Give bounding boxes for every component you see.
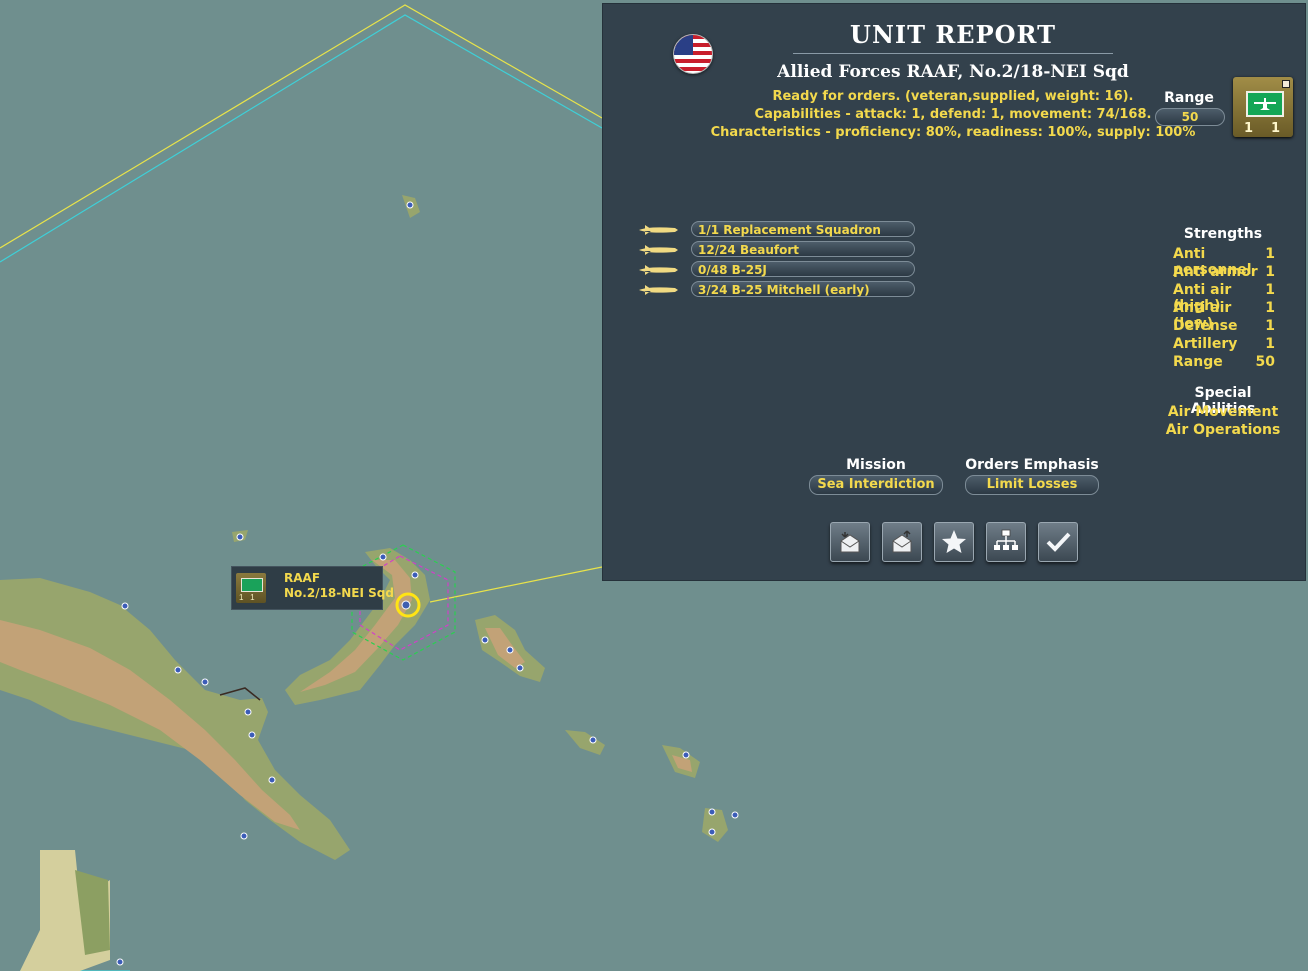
aircraft-label[interactable]: 12/24 Beaufort [691,241,915,257]
tooltip-line-2: No.2/18-NEI Sqd [284,586,394,600]
unit-name: Allied Forces RAAF, No.2/18-NEI Sqd [777,62,1129,82]
us-flag-icon [673,34,713,74]
plane-icon [639,225,678,235]
title-divider [793,53,1113,54]
inbox-button[interactable] [830,522,870,562]
checkmark-icon [1046,532,1071,552]
aircraft-label[interactable]: 0/48 B-25J [691,261,915,277]
plane-icon [639,265,678,275]
unit-counter[interactable]: 1 1 [1233,77,1293,137]
orders-emphasis-label: Orders Emphasis [965,457,1099,473]
capabilities-line: Capabilities - attack: 1, defend: 1, mov… [754,107,1152,122]
status-line: Ready for orders. (veteran,supplied, wei… [772,89,1134,104]
aircraft-row[interactable]: 1/1 Replacement Squadron [633,220,923,240]
strengths-heading: Strengths [1183,226,1263,242]
star-button[interactable] [934,522,974,562]
aircraft-row[interactable]: 0/48 B-25J [633,260,923,280]
unit-counter-icon: 1 1 [236,573,266,603]
aircraft-row[interactable]: 12/24 Beaufort [633,240,923,260]
air-unit-icon [1246,91,1284,117]
range-label: Range [1164,90,1214,106]
strength-defense: Defense 1 [1173,318,1275,334]
range-value: 50 [1155,108,1225,126]
strength-artillery: Artillery 1 [1173,336,1275,352]
unit-tooltip: 1 1 RAAF No.2/18-NEI Sqd [231,566,394,610]
tooltip-line-1: RAAF [284,571,321,585]
strength-range: Range 50 [1173,354,1275,370]
special-ability: Air Operations [1165,422,1281,438]
special-ability: Air Movement [1167,404,1279,420]
confirm-button[interactable] [1038,522,1078,562]
strength-anti-air-high: Anti air (high) 1 [1173,282,1275,314]
inbox-icon [840,532,860,553]
plane-icon [639,245,678,255]
send-mail-icon [892,530,912,553]
strength-anti-personnel: Anti personnel 1 [1173,246,1275,278]
star-icon [942,530,966,553]
orders-emphasis-dropdown[interactable]: Limit Losses [965,475,1099,495]
org-chart-icon [994,529,1018,550]
unit-report-panel: UNIT REPORT Allied Forces RAAF, No.2/18-… [602,3,1306,581]
send-mail-button[interactable] [882,522,922,562]
mission-label: Mission [846,457,906,473]
aircraft-row[interactable]: 3/24 B-25 Mitchell (early) [633,280,923,300]
mission-dropdown[interactable]: Sea Interdiction [809,475,943,495]
org-chart-button[interactable] [986,522,1026,562]
strength-anti-air-low: Anti air (low) 1 [1173,300,1275,332]
aircraft-label[interactable]: 1/1 Replacement Squadron [691,221,915,237]
strength-anti-armor: Anti armor 1 [1173,264,1275,280]
plane-icon [639,285,678,295]
aircraft-label[interactable]: 3/24 B-25 Mitchell (early) [691,281,915,297]
panel-title: UNIT REPORT [850,20,1056,49]
characteristics-line: Characteristics - proficiency: 80%, read… [710,125,1196,140]
